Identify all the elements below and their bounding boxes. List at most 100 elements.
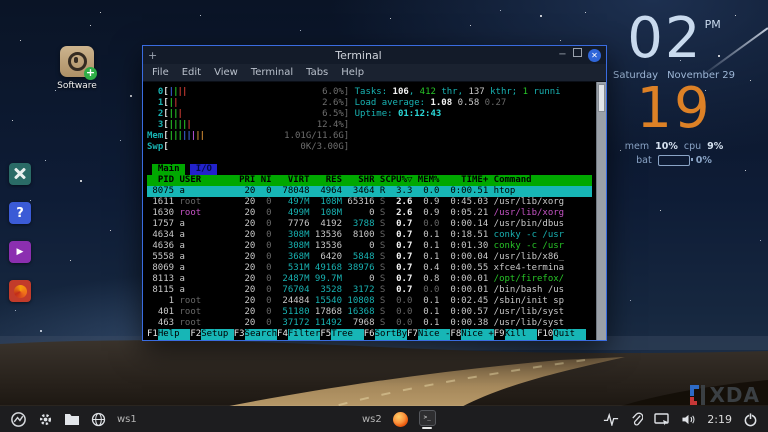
- htop-meter-0: 0[|||| 6.0%]: [157, 87, 350, 97]
- htop-process-row[interactable]: 8113 a 20 0 2487M 99.7M 0 S 0.7 0.8 0:00.01/opt/fi…: [147, 274, 592, 285]
- htop-col-mem[interactable]: MEM%: [412, 175, 440, 186]
- htop-col-cpu[interactable]: CPU%▽: [385, 175, 412, 186]
- htop-header-row[interactable]: PID USER PRI NI VIRT RES SHR S CPU%▽ MEM% TIME+ Com…: [147, 175, 592, 186]
- speaker-icon[interactable]: [681, 413, 696, 426]
- terminal-content[interactable]: 0[|||| 6.0%] 1[|| 2.6%] 2[||| 6.5%] 3[||||| 12.…: [143, 82, 606, 340]
- htop-info-line: Uptime: 01:12:43: [354, 109, 442, 119]
- htop-process-row[interactable]: 5558 a 20 0 368M 6420 5848 S 0.7 0.1 0:00.04/usr/l…: [147, 252, 592, 263]
- htop-col-s[interactable]: S: [375, 175, 385, 186]
- clock-widget: 02 PM Saturday November 29 19 mem 10% cpu…: [604, 10, 744, 166]
- desktop-icon-software[interactable]: + Software: [52, 46, 102, 91]
- display-icon[interactable]: [654, 412, 670, 426]
- menu-tabs[interactable]: Tabs: [306, 67, 328, 78]
- htop-fkey-f1[interactable]: F1 Help: [147, 329, 191, 340]
- globe-icon[interactable]: [91, 412, 106, 427]
- htop-col-res[interactable]: RES: [310, 175, 342, 186]
- tools-icon[interactable]: [9, 163, 31, 185]
- paperclip-icon[interactable]: [630, 412, 644, 426]
- firefox-taskbar-icon[interactable]: [392, 411, 408, 427]
- htop-col-ni[interactable]: NI: [255, 175, 272, 186]
- htop-fkey-f10[interactable]: F10 Quit: [537, 329, 586, 340]
- maximize-button[interactable]: [570, 48, 585, 62]
- terminal-taskbar-item[interactable]: >_: [418, 409, 436, 429]
- menu-help[interactable]: Help: [341, 67, 364, 78]
- firefox-swirl-icon[interactable]: [9, 280, 31, 302]
- app-menu-icon[interactable]: [10, 411, 27, 428]
- htop-process-row[interactable]: 4636 a 20 0 308M 13536 0 S 0.7 0.1 0:01.30 conky -c…: [147, 241, 592, 252]
- menu-terminal[interactable]: Terminal: [251, 67, 293, 78]
- cpu-value: 9%: [707, 141, 724, 152]
- htop-process-row[interactable]: 1 root 20 0 24484 15540 10808 S 0.0 0.1 0:02.45/sb…: [147, 296, 592, 307]
- clock-hour: 02: [627, 6, 703, 71]
- htop-fkey-f7[interactable]: F7 Nice -: [407, 329, 451, 340]
- workspace-1-label[interactable]: ws1: [117, 414, 137, 425]
- power-icon[interactable]: [743, 412, 758, 427]
- new-tab-icon[interactable]: +: [148, 49, 162, 62]
- htop-info-line: Tasks: 106, 412 thr, 137 kthr; 1 runni: [354, 87, 561, 97]
- help-icon[interactable]: ?: [9, 202, 31, 224]
- htop-meter-swp: Swp[0K/3.00G]: [147, 142, 350, 152]
- menu-edit[interactable]: Edit: [182, 67, 201, 78]
- terminal-taskbar-icon[interactable]: >_: [418, 409, 436, 426]
- taskbar-clock[interactable]: 2:19: [707, 413, 732, 426]
- menu-file[interactable]: File: [152, 67, 169, 78]
- battery-icon: [657, 155, 693, 166]
- terminal-scrollbar[interactable]: [596, 82, 606, 340]
- htop-meter-2: 2[||| 6.5%]: [157, 109, 350, 119]
- htop-fkey-f6[interactable]: F6 SortBy: [364, 329, 408, 340]
- htop-tab-i/o[interactable]: I/O: [190, 164, 218, 175]
- htop-meter-mem: Mem[|||||||| 1.01G/11.6G]: [147, 131, 350, 141]
- htop-fkey-f9[interactable]: F9 Kill: [494, 329, 538, 340]
- workspace-2-label[interactable]: ws2: [362, 414, 382, 425]
- htop-process-row[interactable]: 1630 root 20 0 499M 108M 0 S 2.6 0.9 0:05.21/usr/l…: [147, 208, 592, 219]
- htop-process-row[interactable]: 4634 a 20 0 308M 13536 8100 S 0.7 0.1 0:18.51 conky…: [147, 230, 592, 241]
- xda-bracket-icon: [689, 385, 705, 405]
- software-icon: +: [60, 46, 97, 80]
- mem-value: 10%: [655, 141, 678, 152]
- htop-process-row[interactable]: 463 root 20 0 37172 11492 7968 S 0.0 0.1 0:00.38/u…: [147, 318, 592, 329]
- htop-tab-main[interactable]: Main: [152, 164, 185, 175]
- folder-icon[interactable]: [64, 412, 80, 426]
- activity-icon[interactable]: [603, 412, 619, 426]
- htop-process-row[interactable]: 8069 a 20 0 531M 49168 38976 S 0.7 0.4 0:00.55 xfce…: [147, 263, 592, 274]
- htop-process-row[interactable]: 401 root 20 0 51180 17868 16368 S 0.0 0.1 0:00.57/…: [147, 307, 592, 318]
- clock-ampm: PM: [704, 18, 721, 31]
- terminal-window: + Terminal − ✕ File Edit View Terminal Tabs H…: [142, 45, 607, 341]
- window-titlebar[interactable]: + Terminal − ✕: [143, 46, 606, 64]
- htop-process-row[interactable]: 8075 a 20 0 78048 4964 3464 R 3.3 0.0 0:00.51 htop: [147, 186, 592, 197]
- plus-badge-icon: +: [84, 66, 97, 80]
- htop-col-cmd[interactable]: Command: [488, 175, 592, 186]
- htop-process-row[interactable]: 1611 root 20 0 497M 108M 65316 S 2.6 0.9 0:45.03/u…: [147, 197, 592, 208]
- minimize-button[interactable]: −: [555, 48, 570, 62]
- clock-minute: 19: [636, 76, 712, 141]
- active-window-indicator: [422, 426, 433, 429]
- bat-label: bat: [636, 155, 652, 166]
- bat-value: 0%: [695, 155, 712, 166]
- htop-col-pid[interactable]: PID: [147, 175, 174, 186]
- htop-fkey-f8[interactable]: F8 Nice +: [450, 329, 494, 340]
- htop-tabs: Main I/O: [147, 164, 592, 175]
- taskbar: ws1 ws2 >_ 2:19: [0, 406, 768, 432]
- htop-fkey-f3[interactable]: F3 Search: [234, 329, 278, 340]
- htop-process-list: 8075 a 20 0 78048 4964 3464 R 3.3 0.0 0:00.51 htop 1…: [147, 186, 592, 329]
- htop-col-time[interactable]: TIME+: [439, 175, 488, 186]
- htop-col-user[interactable]: USER: [174, 175, 234, 186]
- htop-col-shr[interactable]: SHR: [342, 175, 374, 186]
- close-button[interactable]: ✕: [588, 48, 601, 62]
- htop-process-row[interactable]: 1757 a 20 0 7776 4192 3788 S 0.7 0.0 0:00.14/usr/b…: [147, 219, 592, 230]
- htop-col-virt[interactable]: VIRT: [272, 175, 310, 186]
- htop-col-pri[interactable]: PRI: [234, 175, 255, 186]
- menu-view[interactable]: View: [214, 67, 238, 78]
- htop-process-row[interactable]: 8115 a 20 0 76704 3528 3172 S 0.7 0.0 0:00.01/bin/…: [147, 285, 592, 296]
- htop-fkey-f5[interactable]: F5 Tree: [320, 329, 364, 340]
- desktop-side-icons: ? ▶: [9, 163, 31, 302]
- htop-info: Tasks: 106, 412 thr, 137 kthr; 1 runni Lo…: [349, 87, 592, 153]
- htop-info-line: Load average: 1.08 0.58 0.27: [354, 98, 507, 108]
- scrollbar-thumb[interactable]: [598, 84, 605, 112]
- htop-fkey-f2[interactable]: F2 Setup: [190, 329, 234, 340]
- stars: [0, 0, 2, 2]
- gear-icon[interactable]: [38, 412, 53, 427]
- media-player-icon[interactable]: ▶: [9, 241, 31, 263]
- htop-fkey-f4[interactable]: F4 Filter: [277, 329, 321, 340]
- cpu-label: cpu: [683, 141, 702, 152]
